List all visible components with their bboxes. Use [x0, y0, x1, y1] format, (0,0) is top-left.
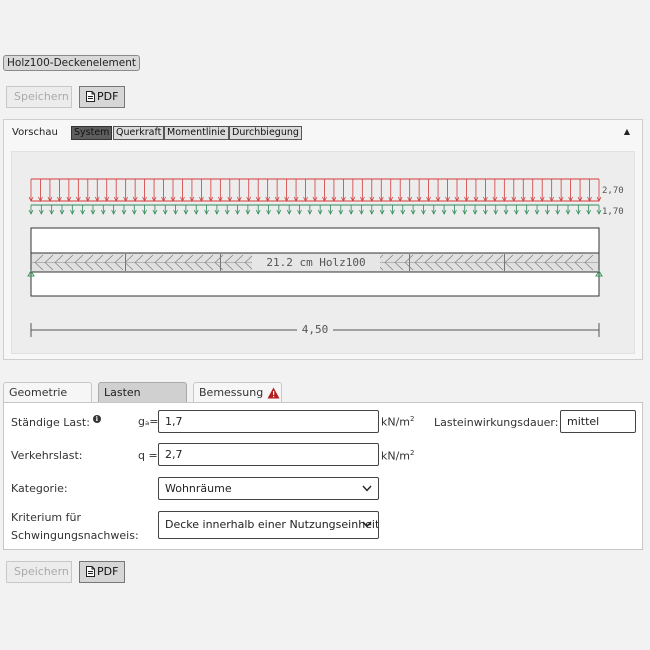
criterion-select[interactable]: Decke innerhalb einer Nutzungseinheit: [158, 511, 379, 539]
save-button-bottom[interactable]: Speichern: [6, 561, 72, 583]
category-select-value: Wohnräume: [165, 482, 232, 495]
pdf-button-bottom[interactable]: PDF: [79, 561, 126, 584]
preview-tab-system[interactable]: System: [71, 126, 113, 140]
criterion-select-value: Decke innerhalb einer Nutzungseinheit: [165, 518, 379, 531]
permanent-load-input[interactable]: 1,7: [158, 410, 379, 433]
span-length-label: 4,50: [302, 323, 329, 336]
tab-lasten[interactable]: Lasten: [98, 382, 187, 403]
preview-header: Vorschau System Querkraft Momentlinie Du…: [4, 120, 642, 147]
pdf-button-label: PDF: [97, 90, 119, 103]
pdf-button-bottom-label: PDF: [97, 565, 119, 578]
tab-bemessung[interactable]: Bemessung: [193, 382, 282, 403]
preview-title: Vorschau: [12, 127, 58, 138]
preview-tab-querkraft[interactable]: Querkraft: [113, 126, 165, 140]
live-load-label: Verkehrslast:: [11, 449, 83, 462]
chevron-down-icon: [362, 521, 372, 528]
permanent-load-label: Ständige Last: i: [11, 415, 101, 429]
tab-bemessung-label: Bemessung: [199, 386, 264, 399]
live-load-input[interactable]: 2,7: [158, 443, 379, 466]
load-duration-label: Lasteinwirkungsdauer:i: [434, 415, 570, 429]
info-icon[interactable]: i: [92, 415, 101, 423]
section-label: 21.2 cm Holz100: [266, 256, 365, 269]
pdf-button[interactable]: PDF: [79, 86, 126, 109]
file-pdf-icon: [86, 564, 95, 584]
element-title-tag: Holz100-Deckenelement: [3, 55, 141, 71]
beam-system-diagram: 2,70 1,70 21.2 cm Holz100 4,50: [27, 178, 624, 337]
system-canvas: 2,70 1,70 21.2 cm Holz100 4,50: [11, 151, 635, 354]
category-select[interactable]: Wohnräume: [158, 477, 379, 500]
preview-tab-durchbiegung[interactable]: Durchbiegung: [229, 126, 302, 140]
variable-load-value: 2,70: [602, 186, 624, 196]
permanent-load-unit: kN/m2: [381, 415, 415, 429]
variable-load-arrows: [28, 179, 602, 202]
save-button[interactable]: Speichern: [6, 86, 72, 108]
loads-form: Ständige Last: i gₐ= 1,7 kN/m2 Lasteinwir…: [3, 402, 643, 550]
live-load-symbol: q =: [138, 449, 158, 462]
permanent-load-arrows: [28, 205, 602, 215]
preview-panel: Vorschau System Querkraft Momentlinie Du…: [3, 119, 643, 360]
load-duration-input[interactable]: mittel: [560, 410, 636, 433]
collapse-icon[interactable]: ▲: [624, 127, 630, 136]
criterion-label-line1: Kriterium für: [11, 511, 82, 524]
live-load-unit: kN/m2: [381, 449, 415, 463]
tab-geometrie[interactable]: Geometrie: [3, 382, 92, 403]
chevron-down-icon: [362, 485, 372, 492]
permanent-load-value: 1,70: [602, 207, 624, 217]
permanent-load-symbol: gₐ=: [138, 415, 159, 428]
criterion-label-line2: Schwingungsnachweis:: [11, 529, 139, 542]
file-pdf-icon: [86, 89, 95, 109]
category-label: Kategorie:: [11, 482, 68, 495]
preview-tab-momentlinie[interactable]: Momentlinie: [164, 126, 229, 140]
